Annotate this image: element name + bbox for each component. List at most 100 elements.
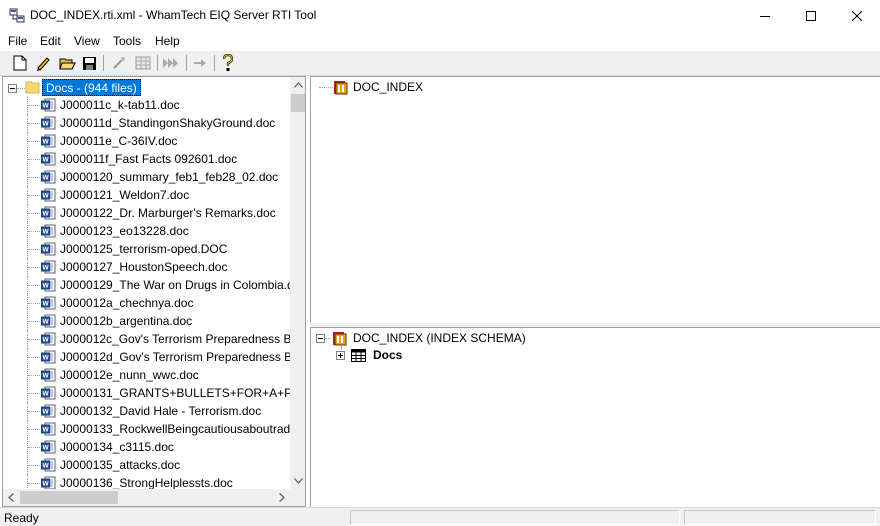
tree-file-item[interactable]: W J0000135_attacks.doc bbox=[3, 456, 289, 474]
tree-file-item[interactable]: W J0000125_terrorism-oped.DOC bbox=[3, 240, 289, 258]
menu-file[interactable]: File bbox=[8, 34, 27, 48]
wand-button[interactable] bbox=[110, 54, 128, 72]
word-document-icon: W bbox=[41, 260, 56, 274]
scroll-up-icon[interactable] bbox=[290, 77, 305, 93]
toolbar-separator bbox=[103, 55, 104, 71]
tree-file-item[interactable]: W J0000132_David Hale - Terrorism.doc bbox=[3, 402, 289, 420]
tree-file-label: J000012b_argentina.doc bbox=[60, 314, 193, 328]
svg-text:W: W bbox=[43, 265, 50, 272]
word-document-icon: W bbox=[41, 476, 56, 490]
tree-file-item[interactable]: W J000011e_C-36IV.doc bbox=[3, 132, 289, 150]
svg-text:W: W bbox=[43, 391, 50, 398]
grid-button[interactable] bbox=[134, 54, 152, 72]
toolbar-separator bbox=[157, 55, 158, 71]
schema-view-pane[interactable]: DOC_INDEX (INDEX SCHEMA) Docs bbox=[310, 327, 880, 507]
scroll-left-icon[interactable] bbox=[3, 489, 19, 506]
toolbar bbox=[0, 51, 880, 76]
tree-root-label[interactable]: Docs - (944 files) bbox=[42, 79, 141, 96]
vertical-scrollbar[interactable] bbox=[290, 77, 305, 489]
folder-icon bbox=[25, 80, 40, 94]
status-bar: Ready bbox=[0, 507, 880, 526]
tree-file-label: J0000131_GRANTS+BULLETS+FOR+A+PORT bbox=[60, 386, 306, 400]
svg-text:W: W bbox=[43, 373, 50, 380]
expand-icon[interactable] bbox=[336, 351, 345, 360]
word-document-icon: W bbox=[41, 170, 56, 184]
menu-view[interactable]: View bbox=[74, 34, 100, 48]
status-text: Ready bbox=[4, 511, 39, 525]
word-document-icon: W bbox=[41, 332, 56, 346]
tree-file-item[interactable]: W J000011c_k-tab11.doc bbox=[3, 96, 289, 114]
tree-file-item[interactable]: W J0000123_eo13228.doc bbox=[3, 222, 289, 240]
window-title: DOC_INDEX.rti.xml - WhamTech EIQ Server … bbox=[30, 8, 317, 22]
horizontal-scroll-thumb[interactable] bbox=[20, 491, 118, 504]
tree-file-item[interactable]: W J0000122_Dr. Marburger's Remarks.doc bbox=[3, 204, 289, 222]
open-button[interactable] bbox=[58, 54, 76, 72]
tree-file-item[interactable]: W J0000120_summary_feb1_feb28_02.doc bbox=[3, 168, 289, 186]
tree-file-label: J000011e_C-36IV.doc bbox=[60, 134, 178, 148]
toolbar-separator bbox=[186, 55, 187, 71]
close-button[interactable] bbox=[834, 0, 880, 31]
svg-text:W: W bbox=[43, 283, 50, 290]
horizontal-scrollbar[interactable] bbox=[3, 489, 290, 506]
save-icon bbox=[82, 56, 96, 70]
tree-file-item[interactable]: W J0000121_Weldon7.doc bbox=[3, 186, 289, 204]
minimize-button[interactable] bbox=[742, 0, 788, 31]
tree-file-label: J000011d_StandingonShakyGround.doc bbox=[60, 116, 276, 130]
word-document-icon: W bbox=[41, 368, 56, 382]
word-document-icon: W bbox=[41, 296, 56, 310]
menu-edit[interactable]: Edit bbox=[40, 34, 61, 48]
scroll-down-icon[interactable] bbox=[290, 473, 305, 489]
menu-tools[interactable]: Tools bbox=[113, 34, 141, 48]
maximize-button[interactable] bbox=[788, 0, 834, 31]
word-document-icon: W bbox=[41, 134, 56, 148]
arrow-right-button[interactable] bbox=[191, 54, 209, 72]
vertical-scroll-thumb[interactable] bbox=[291, 94, 305, 112]
maximize-icon bbox=[806, 10, 816, 21]
tree-file-item[interactable]: W J000012a_chechnya.doc bbox=[3, 294, 289, 312]
svg-text:W: W bbox=[43, 229, 50, 236]
table-icon bbox=[351, 349, 366, 362]
index-item-label[interactable]: DOC_INDEX bbox=[353, 80, 423, 94]
schema-icon bbox=[332, 330, 348, 346]
schema-label[interactable]: DOC_INDEX (INDEX SCHEMA) bbox=[353, 331, 526, 345]
fast-forward-button[interactable] bbox=[162, 54, 180, 72]
word-document-icon: W bbox=[41, 314, 56, 328]
tree-file-label: J0000121_Weldon7.doc bbox=[60, 188, 190, 202]
file-tree-pane[interactable]: Docs - (944 files) W J000011c_k-tab11.doc… bbox=[2, 76, 306, 507]
word-document-icon: W bbox=[41, 278, 56, 292]
save-button[interactable] bbox=[80, 54, 98, 72]
tree-file-item[interactable]: W J000012b_argentina.doc bbox=[3, 312, 289, 330]
tree-file-item[interactable]: W J0000133_RockwellBeingcautiousaboutradi bbox=[3, 420, 293, 438]
tree-file-item[interactable]: W J000012e_nunn_wwc.doc bbox=[3, 366, 289, 384]
tree-file-label: J0000122_Dr. Marburger's Remarks.doc bbox=[60, 206, 276, 220]
new-button[interactable] bbox=[11, 54, 29, 72]
svg-text:W: W bbox=[43, 355, 50, 362]
svg-text:W: W bbox=[43, 121, 50, 128]
help-button[interactable] bbox=[219, 54, 237, 72]
collapse-icon[interactable] bbox=[8, 84, 17, 93]
tree-file-item[interactable]: W J0000131_GRANTS+BULLETS+FOR+A+PORT bbox=[3, 384, 305, 402]
tree-file-item[interactable]: W J0000127_HoustonSpeech.doc bbox=[3, 258, 289, 276]
tree-file-item[interactable]: W J000012c_Gov's Terrorism Preparedness B… bbox=[3, 330, 305, 348]
tree-file-item[interactable]: W J000011d_StandingonShakyGround.doc bbox=[3, 114, 289, 132]
tree-file-label: J0000134_c3115.doc bbox=[60, 440, 174, 454]
svg-text:W: W bbox=[43, 211, 50, 218]
word-document-icon: W bbox=[41, 404, 56, 418]
word-document-icon: W bbox=[41, 224, 56, 238]
tree-file-label: J000012d_Gov's Terrorism Preparedness Br… bbox=[60, 350, 306, 364]
open-folder-icon bbox=[58, 58, 76, 69]
tree-file-item[interactable]: W J0000134_c3115.doc bbox=[3, 438, 289, 456]
tree-file-item[interactable]: W J000011f_Fast Facts 092601.doc bbox=[3, 150, 289, 168]
tree-file-item[interactable]: W J000012d_Gov's Terrorism Preparedness B… bbox=[3, 348, 305, 366]
collapse-icon[interactable] bbox=[316, 334, 325, 343]
scroll-right-icon[interactable] bbox=[274, 489, 290, 506]
menu-help[interactable]: Help bbox=[155, 34, 180, 48]
index-view-pane[interactable]: DOC_INDEX bbox=[310, 76, 880, 323]
edit-button[interactable] bbox=[34, 54, 52, 72]
tree-file-item[interactable]: W J0000129_The War on Drugs in Colombia.d… bbox=[3, 276, 305, 294]
index-icon bbox=[333, 79, 349, 95]
word-document-icon: W bbox=[41, 152, 56, 166]
tree-root[interactable]: Docs - (944 files) bbox=[3, 79, 293, 97]
docs-node-label[interactable]: Docs bbox=[373, 348, 402, 362]
tree-file-label: J0000133_RockwellBeingcautiousaboutradi bbox=[60, 422, 293, 436]
